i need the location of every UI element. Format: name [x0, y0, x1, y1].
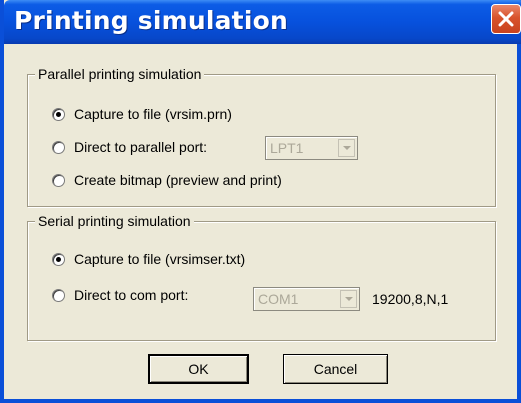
serial-group-legend: Serial printing simulation — [35, 213, 194, 229]
parallel-bitmap-radio[interactable] — [52, 173, 65, 187]
serial-port-option[interactable]: Direct to com port: — [52, 285, 188, 305]
chevron-down-icon — [345, 297, 353, 301]
parallel-group: Parallel printing simulation Capture to … — [27, 66, 496, 207]
window-title: Printing simulation — [14, 6, 288, 35]
serial-capture-radio[interactable] — [52, 252, 65, 266]
parallel-group-legend: Parallel printing simulation — [35, 66, 205, 82]
parallel-port-option[interactable]: Direct to parallel port: — [52, 137, 207, 157]
serial-settings-label: 19200,8,N,1 — [372, 291, 449, 307]
parallel-bitmap-label: Create bitmap (preview and print) — [74, 172, 282, 188]
title-bar[interactable]: Printing simulation — [4, 0, 521, 44]
close-button[interactable] — [491, 4, 521, 34]
serial-port-radio[interactable] — [52, 288, 65, 302]
serial-port-dropdown-button[interactable] — [340, 290, 357, 308]
parallel-capture-label: Capture to file (vrsim.prn) — [74, 106, 232, 122]
serial-port-label: Direct to com port: — [74, 287, 189, 303]
serial-group: Serial printing simulation Capture to fi… — [27, 213, 496, 341]
parallel-port-value: LPT1 — [270, 140, 304, 156]
chevron-down-icon — [343, 146, 351, 150]
parallel-port-radio[interactable] — [52, 140, 65, 154]
serial-port-value: COM1 — [258, 291, 299, 307]
dialog-window: Printing simulation Parallel printing si… — [0, 0, 521, 403]
cancel-button[interactable]: Cancel — [283, 354, 388, 384]
serial-capture-option[interactable]: Capture to file (vrsimser.txt) — [52, 249, 245, 269]
parallel-port-dropdown-button[interactable] — [338, 139, 355, 157]
serial-port-select[interactable]: COM1 — [253, 287, 360, 311]
close-icon — [498, 11, 514, 27]
parallel-port-label: Direct to parallel port: — [74, 139, 208, 155]
parallel-port-select[interactable]: LPT1 — [265, 136, 358, 160]
parallel-bitmap-option[interactable]: Create bitmap (preview and print) — [52, 170, 282, 190]
serial-capture-label: Capture to file (vrsimser.txt) — [74, 251, 246, 267]
ok-button[interactable]: OK — [148, 354, 249, 384]
parallel-capture-radio[interactable] — [52, 107, 65, 121]
parallel-capture-option[interactable]: Capture to file (vrsim.prn) — [52, 104, 232, 124]
